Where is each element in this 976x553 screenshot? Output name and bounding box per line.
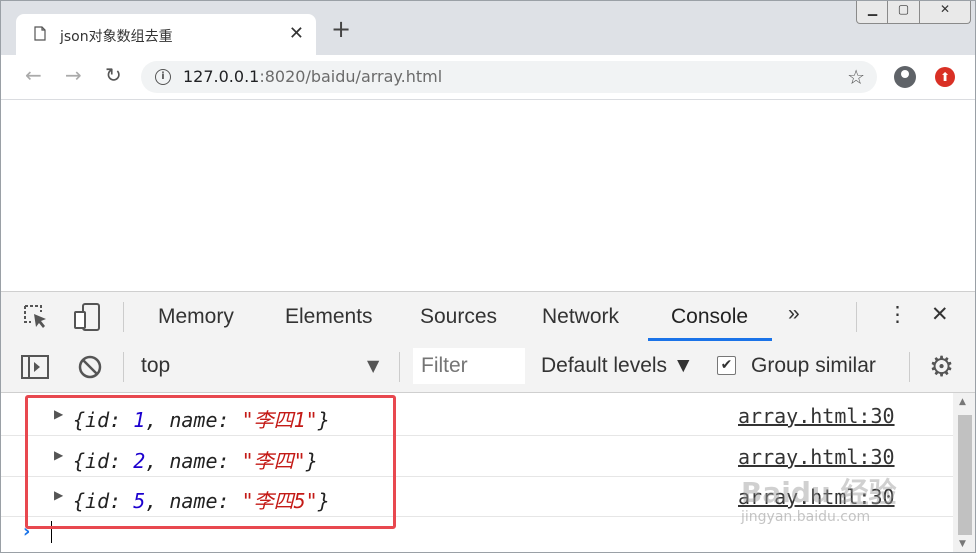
tab-close-icon[interactable]: ✕: [289, 23, 304, 44]
document-icon: [34, 26, 46, 41]
tab-network[interactable]: Network: [542, 305, 619, 329]
devtools-tab-bar: Memory Elements Sources Network Console …: [1, 291, 975, 343]
obj-mid: , name:: [145, 449, 242, 473]
chevron-down-icon[interactable]: ▼: [367, 356, 379, 375]
scroll-down-icon[interactable]: ▼: [959, 539, 966, 549]
tab-memory[interactable]: Memory: [158, 305, 234, 329]
extension-icon[interactable]: ⬆: [935, 67, 955, 87]
back-arrow-icon[interactable]: ←: [25, 63, 42, 87]
console-input-caret[interactable]: [51, 521, 52, 543]
minimize-button[interactable]: ▁: [856, 1, 889, 24]
bookmark-star-icon[interactable]: ☆: [847, 65, 865, 89]
info-icon[interactable]: i: [155, 69, 171, 85]
expand-triangle-icon[interactable]: ▶: [54, 488, 63, 502]
tab-title: json对象数组去重: [60, 29, 173, 45]
title-bar: json对象数组去重 ✕ + ▁ ▢ ✕: [1, 1, 975, 55]
log-levels-dropdown[interactable]: Default levels ▼: [541, 354, 694, 378]
filter-input[interactable]: [413, 348, 525, 384]
settings-gear-icon[interactable]: ⚙: [929, 350, 954, 383]
toolbar-divider: [399, 352, 400, 382]
more-tabs-icon[interactable]: »: [788, 302, 800, 326]
expand-triangle-icon[interactable]: ▶: [54, 407, 63, 421]
browser-tab[interactable]: json对象数组去重 ✕: [16, 14, 316, 55]
toolbar-divider: [123, 352, 124, 382]
obj-name: "李四1": [241, 408, 318, 432]
browser-window: json对象数组去重 ✕ + ▁ ▢ ✕ ← → ↻ i 127.0.0.1:8…: [0, 0, 976, 553]
scrollbar[interactable]: ▲ ▼: [953, 393, 975, 552]
url-text[interactable]: 127.0.0.1:8020/baidu/array.html: [183, 67, 442, 86]
clear-console-icon[interactable]: [78, 355, 102, 379]
console-prompt-icon: ›: [23, 521, 31, 542]
log-object[interactable]: {id: 2, name: "李四"}: [73, 445, 318, 474]
group-similar-checkbox[interactable]: ✔: [717, 356, 736, 375]
page-content: [1, 100, 975, 290]
obj-prefix: {id:: [73, 408, 134, 432]
inspect-element-icon[interactable]: [23, 304, 49, 330]
tab-elements[interactable]: Elements: [285, 305, 373, 329]
close-window-button[interactable]: ✕: [919, 1, 971, 24]
active-tab-indicator: [648, 338, 772, 341]
toolbar-divider: [909, 352, 910, 382]
log-object[interactable]: {id: 5, name: "李四5"}: [73, 485, 330, 514]
forward-arrow-icon[interactable]: →: [65, 63, 82, 87]
tab-sources[interactable]: Sources: [420, 305, 497, 329]
profile-avatar-icon[interactable]: [894, 66, 916, 88]
url-host: 127.0.0.1: [183, 67, 260, 86]
log-object[interactable]: {id: 1, name: "李四1"}: [73, 404, 330, 433]
obj-name: "李四": [241, 449, 306, 473]
scroll-up-icon[interactable]: ▲: [959, 397, 966, 407]
new-tab-button[interactable]: +: [331, 17, 351, 41]
watermark-site: jingyan.baidu.com: [741, 509, 871, 525]
source-link[interactable]: array.html:30: [738, 445, 895, 469]
tab-console[interactable]: Console: [671, 305, 748, 329]
obj-name: "李四5": [241, 489, 318, 513]
maximize-icon: ▢: [897, 2, 910, 16]
sidebar-toggle-icon[interactable]: [21, 355, 49, 379]
expand-triangle-icon[interactable]: ▶: [54, 448, 63, 462]
reload-icon[interactable]: ↻: [105, 63, 122, 87]
obj-mid: , name:: [145, 489, 242, 513]
obj-prefix: {id:: [73, 489, 134, 513]
toolbar-divider: [856, 302, 857, 332]
console-log-row[interactable]: ▶ {id: 1, name: "李四1"} array.html:30: [1, 395, 953, 436]
obj-mid: , name:: [145, 408, 242, 432]
address-toolbar: ← → ↻ i 127.0.0.1:8020/baidu/array.html …: [1, 55, 975, 100]
obj-id: 5: [133, 489, 146, 513]
toolbar-divider: [123, 302, 124, 332]
close-icon: ✕: [939, 2, 951, 16]
obj-id: 2: [133, 449, 146, 473]
context-selector[interactable]: top: [141, 354, 170, 378]
console-toolbar: top ▼ Default levels ▼ ✔ Group similar ⚙: [1, 342, 975, 393]
maximize-button[interactable]: ▢: [887, 1, 920, 24]
obj-prefix: {id:: [73, 449, 134, 473]
obj-suffix: }: [305, 449, 318, 473]
obj-suffix: }: [317, 408, 330, 432]
source-link[interactable]: array.html:30: [738, 404, 895, 428]
kebab-menu-icon[interactable]: ⋮: [887, 302, 908, 327]
obj-id: 1: [133, 408, 146, 432]
address-bar[interactable]: i 127.0.0.1:8020/baidu/array.html ☆: [141, 61, 877, 93]
obj-suffix: }: [317, 489, 330, 513]
device-toolbar-icon[interactable]: [73, 302, 103, 332]
scrollbar-thumb[interactable]: [958, 415, 972, 535]
minimize-icon: ▁: [867, 2, 878, 16]
watermark-brand: Baidu 经验: [741, 476, 897, 509]
close-devtools-icon[interactable]: ✕: [931, 302, 949, 327]
group-similar-label: Group similar: [751, 354, 876, 377]
url-path: :8020/baidu/array.html: [259, 67, 443, 86]
